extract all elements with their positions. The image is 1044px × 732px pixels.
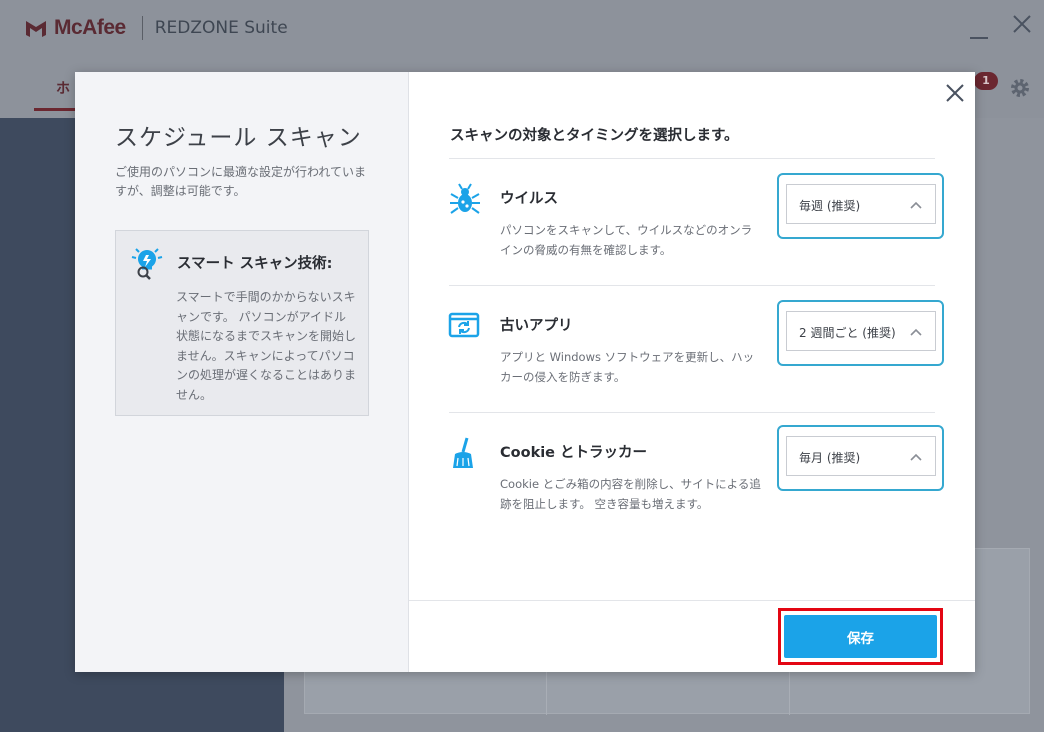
notification-badge[interactable]: 1 (974, 72, 998, 90)
dialog-title: スケジュール スキャン (115, 125, 362, 151)
tab-active-indicator (34, 108, 78, 111)
old-apps-row-title: 古いアプリ (500, 318, 573, 334)
schedule-scan-dialog: スケジュール スキャン ご使用のパソコンに最適な設定が行われていますが、調整は可… (75, 72, 975, 672)
cookies-row-description: Cookie とごみ箱の内容を削除し、サイトによる追跡を阻止します。 空き容量も… (500, 477, 761, 511)
virus-frequency-field[interactable]: 毎週 (推奨) (786, 184, 936, 224)
smart-scan-title: スマート スキャン技術: (177, 256, 333, 272)
virus-row-description: パソコンをスキャンして、ウイルスなどのオンラインの脅威の有無を確認します。 (500, 223, 753, 257)
virus-frequency-value: 毎週 (推奨) (799, 199, 861, 213)
cookies-row-title: Cookie とトラッカー (500, 445, 648, 461)
mcafee-logo-icon (26, 21, 46, 37)
smart-scan-info-box: スマート スキャン技術: スマートで手間のかからないスキャンです。 パソコンがア… (115, 230, 369, 416)
brand-separator (141, 16, 143, 40)
dialog-info-panel: スケジュール スキャン ご使用のパソコンに最適な設定が行われていますが、調整は可… (75, 72, 409, 672)
lightbulb-search-icon (131, 248, 163, 280)
dialog-description: ご使用のパソコンに最適な設定が行われていますが、調整は可能です。 (115, 165, 367, 198)
brand-name: McAfee (54, 16, 126, 39)
cookies-frequency-field[interactable]: 毎月 (推奨) (786, 436, 936, 476)
footer-divider (409, 600, 975, 601)
window-close-icon[interactable] (1010, 12, 1034, 36)
cookies-frequency-select[interactable]: 毎月 (推奨) (777, 425, 944, 491)
settings-heading: スキャンの対象とタイミングを選択します。 (450, 128, 739, 144)
virus-bug-icon (450, 183, 480, 214)
suite-name: REDZONE Suite (154, 18, 288, 38)
old-apps-frequency-value: 2 週間ごと (推奨) (799, 326, 896, 340)
divider (449, 285, 935, 286)
minimize-icon[interactable] (968, 18, 990, 40)
chevron-up-icon (910, 328, 922, 336)
virus-frequency-select[interactable]: 毎週 (推奨) (777, 173, 944, 239)
divider (449, 412, 935, 413)
smart-scan-description: スマートで手間のかからないスキャンです。 パソコンがアイドル状態になるまでスキャ… (176, 290, 357, 402)
tab-home[interactable]: ホ (56, 78, 70, 98)
old-apps-frequency-field[interactable]: 2 週間ごと (推奨) (786, 311, 936, 351)
app-refresh-icon (448, 312, 480, 338)
dialog-close-icon[interactable] (943, 81, 967, 105)
gear-icon[interactable] (1008, 76, 1032, 100)
virus-row-title: ウイルス (500, 191, 558, 207)
save-button[interactable]: 保存 (784, 615, 937, 658)
chevron-up-icon (910, 201, 922, 209)
old-apps-frequency-select[interactable]: 2 週間ごと (推奨) (777, 300, 944, 366)
brand: McAfee REDZONE Suite (24, 14, 288, 42)
broom-icon (453, 437, 473, 468)
chevron-up-icon (910, 453, 922, 461)
divider (449, 158, 935, 159)
old-apps-row-description: アプリと Windows ソフトウェアを更新し、ハッカーの侵入を防ぎます。 (500, 350, 755, 384)
cookies-frequency-value: 毎月 (推奨) (799, 451, 861, 465)
